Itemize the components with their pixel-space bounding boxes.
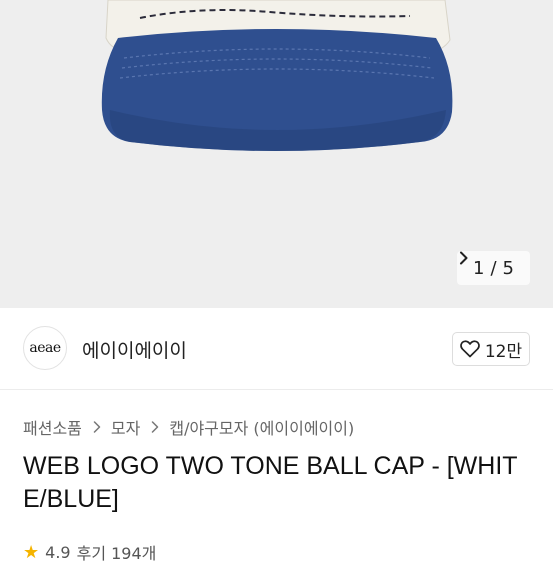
- brand-name[interactable]: 에이이에이이: [82, 336, 187, 363]
- like-button[interactable]: 12만: [452, 332, 530, 366]
- chevron-right-icon: [152, 421, 159, 433]
- breadcrumb-item[interactable]: 모자: [111, 415, 140, 439]
- chevron-right-icon[interactable]: [457, 251, 471, 265]
- rating-summary[interactable]: ★ 4.9 후기 194개: [23, 540, 156, 564]
- like-count: 12만: [484, 341, 523, 362]
- breadcrumb-item[interactable]: 패션소품: [23, 415, 82, 439]
- page-separator: /: [490, 257, 497, 279]
- review-count: 후기 194개: [76, 544, 157, 563]
- brand-logo-text: aeae: [29, 340, 61, 356]
- current-page: 1: [473, 257, 485, 279]
- breadcrumb: 패션소품 모자 캡/야구모자 (에이이에이이): [23, 415, 354, 439]
- brand-logo[interactable]: aeae: [23, 326, 67, 370]
- brand-row: aeae 에이이에이이 12만: [0, 308, 553, 390]
- chevron-right-icon: [93, 421, 101, 433]
- total-pages: 5: [502, 257, 514, 279]
- image-pager[interactable]: 1 / 5: [457, 251, 530, 285]
- breadcrumb-item[interactable]: 캡/야구모자 (에이이에이이): [169, 415, 354, 439]
- product-title: WEB LOGO TWO TONE BALL CAP - [WHITE/BLUE…: [23, 452, 518, 513]
- star-icon: ★: [23, 541, 40, 563]
- heart-outline-icon: [460, 340, 480, 358]
- product-image-gallery[interactable]: 1 / 5: [0, 0, 553, 308]
- rating-score: 4.9: [45, 542, 71, 562]
